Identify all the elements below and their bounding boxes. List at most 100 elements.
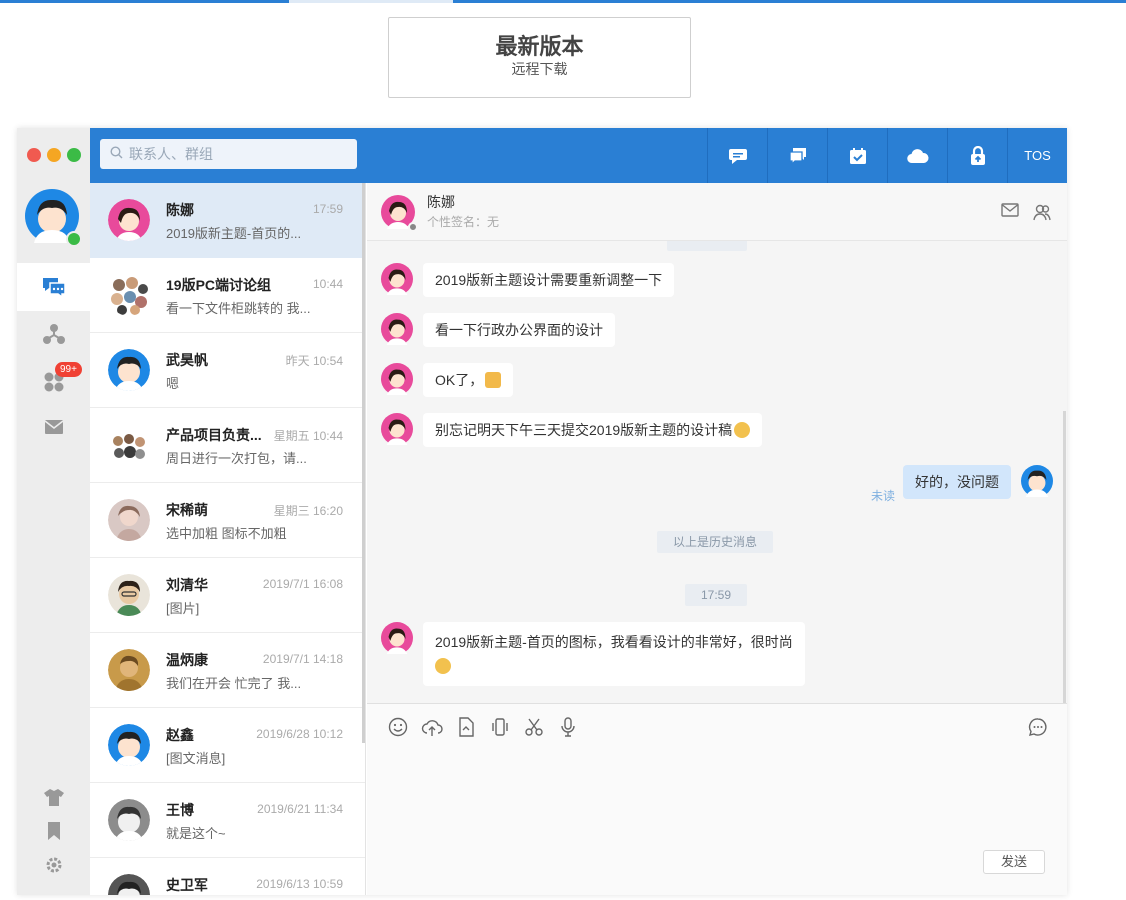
top-accent-tab: [289, 0, 453, 3]
chat-header-actions: [1001, 203, 1051, 226]
settings-icon[interactable]: [41, 852, 67, 878]
conversation-item[interactable]: 赵鑫 2019/6/28 10:12 [图文消息]: [90, 708, 365, 783]
message-incoming: 2019版新主题设计需要重新调整一下: [381, 263, 675, 297]
thumbs-up-emoji-icon: [485, 372, 502, 388]
message-bubble[interactable]: 别忘记明天下午三天提交2019版新主题的设计稿: [423, 413, 763, 447]
conversation-item[interactable]: 王博 2019/6/21 11:34 就是这个~: [90, 783, 365, 858]
avatar: [108, 199, 150, 241]
conversation-time: 2019/7/1 16:08: [262, 577, 343, 591]
mail-icon[interactable]: [41, 414, 67, 440]
left-rail: 99+: [17, 128, 90, 895]
avatar: [381, 413, 413, 445]
minimize-window-button[interactable]: [47, 148, 61, 162]
my-avatar: [1021, 465, 1053, 497]
emoji-icon: [734, 422, 751, 438]
cut-off-system-label: [667, 241, 747, 251]
conversation-name: 产品项目负责...: [166, 427, 262, 443]
chat-header: 陈娜 个性签名：无: [367, 183, 1067, 241]
message-bubble[interactable]: 2019版新主题设计需要重新调整一下: [423, 263, 675, 297]
chat-contact-signature: 个性签名：无: [427, 215, 500, 229]
search-input[interactable]: 联系人、群组: [100, 139, 357, 169]
screenshot-scissors-icon[interactable]: [523, 716, 545, 738]
chat-bubble-icon[interactable]: [707, 128, 767, 183]
unread-label: 未读: [870, 489, 895, 503]
list-scrollbar[interactable]: [362, 183, 365, 743]
group-avatar: [108, 274, 150, 316]
header-actions: TOS: [707, 128, 1067, 183]
members-icon[interactable]: [1033, 203, 1051, 226]
shake-icon[interactable]: [489, 716, 511, 738]
chat-icon[interactable]: [41, 274, 67, 300]
conversation-preview: 我们在开会 忙完了 我...: [166, 676, 302, 691]
file-icon[interactable]: [455, 716, 477, 738]
avatar: [381, 622, 413, 654]
cloud-icon[interactable]: [887, 128, 947, 183]
message-bubble[interactable]: 2019版新主题-首页的图标，我看看设计的非常好，很时尚: [423, 622, 805, 686]
conversation-item[interactable]: 武昊帆 昨天 10:54 嗯: [90, 333, 365, 408]
skin-icon[interactable]: [41, 784, 67, 810]
message-text: 别忘记明天下午三天提交2019版新主题的设计稿: [435, 422, 733, 438]
conversation-item[interactable]: 史卫军 2019/6/13 10:59: [90, 858, 365, 895]
message-bubble[interactable]: 好的，没问题: [903, 465, 1011, 499]
emoji-icon: [435, 658, 451, 674]
online-status-dot: [66, 231, 82, 247]
message-text: OK了，: [435, 372, 484, 388]
message-area: 2019版新主题设计需要重新调整一下 看一下行政办公界面的设计 OK了， 别忘记…: [367, 241, 1067, 703]
avatar: [108, 724, 150, 766]
app-window: 99+ 联系人、群组 TOS 陈娜 17:59 2019版新主题-首页的... …: [17, 128, 1067, 895]
conversation-preview: 周日进行一次打包，请...: [166, 451, 307, 466]
message-icon[interactable]: [767, 128, 827, 183]
conversation-name: 19版PC端讨论组: [166, 277, 272, 293]
conversation-name: 宋稀萌: [166, 502, 208, 518]
maximize-window-button[interactable]: [67, 148, 81, 162]
conversation-preview: 就是这个~: [166, 826, 226, 841]
org-icon[interactable]: [41, 321, 67, 347]
time-divider: 17:59: [685, 584, 748, 606]
conversation-name: 武昊帆: [166, 352, 208, 368]
conversation-name: 陈娜: [166, 202, 194, 218]
download-subtitle: 远程下载: [511, 61, 568, 77]
window-controls: [27, 148, 81, 162]
avatar: [381, 313, 413, 345]
send-button[interactable]: 发送: [983, 850, 1045, 874]
conversation-list: 陈娜 17:59 2019版新主题-首页的... 19版PC端讨论组 10:44…: [90, 183, 366, 895]
conversation-time: 10:44: [312, 277, 343, 291]
lock-icon[interactable]: [947, 128, 1007, 183]
conversation-time: 2019/7/1 14:18: [262, 652, 343, 666]
message-bubble[interactable]: OK了，: [423, 363, 514, 397]
quick-reply-icon[interactable]: [1027, 716, 1049, 738]
avatar: [381, 363, 413, 395]
conversation-item[interactable]: 宋稀萌 星期三 16:20 选中加粗 图标不加粗: [90, 483, 365, 558]
bookmark-icon[interactable]: [41, 818, 67, 844]
envelope-icon[interactable]: [1001, 203, 1019, 226]
close-window-button[interactable]: [27, 148, 41, 162]
conversation-item[interactable]: 产品项目负责... 星期五 10:44 周日进行一次打包，请...: [90, 408, 365, 483]
microphone-icon[interactable]: [557, 716, 579, 738]
avatar-photo: [108, 649, 150, 691]
message-outgoing: 好的，没问题: [903, 465, 1053, 499]
conversation-time: 昨天 10:54: [285, 354, 343, 368]
upload-icon[interactable]: [421, 716, 443, 738]
message-scrollbar[interactable]: [1063, 411, 1066, 703]
chat-panel: 陈娜 个性签名：无 2019版新主题设计需要重新调整一下 看一下行政办公界面的设…: [367, 183, 1067, 895]
conversation-time: 2019/6/28 10:12: [256, 727, 343, 741]
composer-toolbar: [367, 703, 1067, 748]
message-incoming: 别忘记明天下午三天提交2019版新主题的设计稿: [381, 413, 763, 447]
calendar-icon[interactable]: [827, 128, 887, 183]
conversation-preview: 2019版新主题-首页的...: [166, 226, 302, 241]
conversation-item[interactable]: 陈娜 17:59 2019版新主题-首页的...: [90, 183, 365, 258]
conversation-item[interactable]: 19版PC端讨论组 10:44 看一下文件柜跳转的 我...: [90, 258, 365, 333]
offline-status-dot: [408, 222, 418, 232]
tos-button[interactable]: TOS: [1007, 128, 1067, 183]
conversation-item[interactable]: 刘清华 2019/7/1 16:08 [图片]: [90, 558, 365, 633]
message-bubble[interactable]: 看一下行政办公界面的设计: [423, 313, 615, 347]
conversation-item[interactable]: 温炳康 2019/7/1 14:18 我们在开会 忙完了 我...: [90, 633, 365, 708]
chat-contact-name: 陈娜: [427, 194, 455, 210]
conversation-preview: 看一下文件柜跳转的 我...: [166, 301, 311, 316]
message-input[interactable]: 发送: [367, 748, 1067, 895]
emoji-picker-icon[interactable]: [387, 716, 409, 738]
message-incoming: 看一下行政办公界面的设计: [381, 313, 615, 347]
avatar-photo: [108, 499, 150, 541]
download-title: 最新版本: [495, 34, 584, 59]
download-button[interactable]: 最新版本 远程下载: [388, 17, 691, 98]
